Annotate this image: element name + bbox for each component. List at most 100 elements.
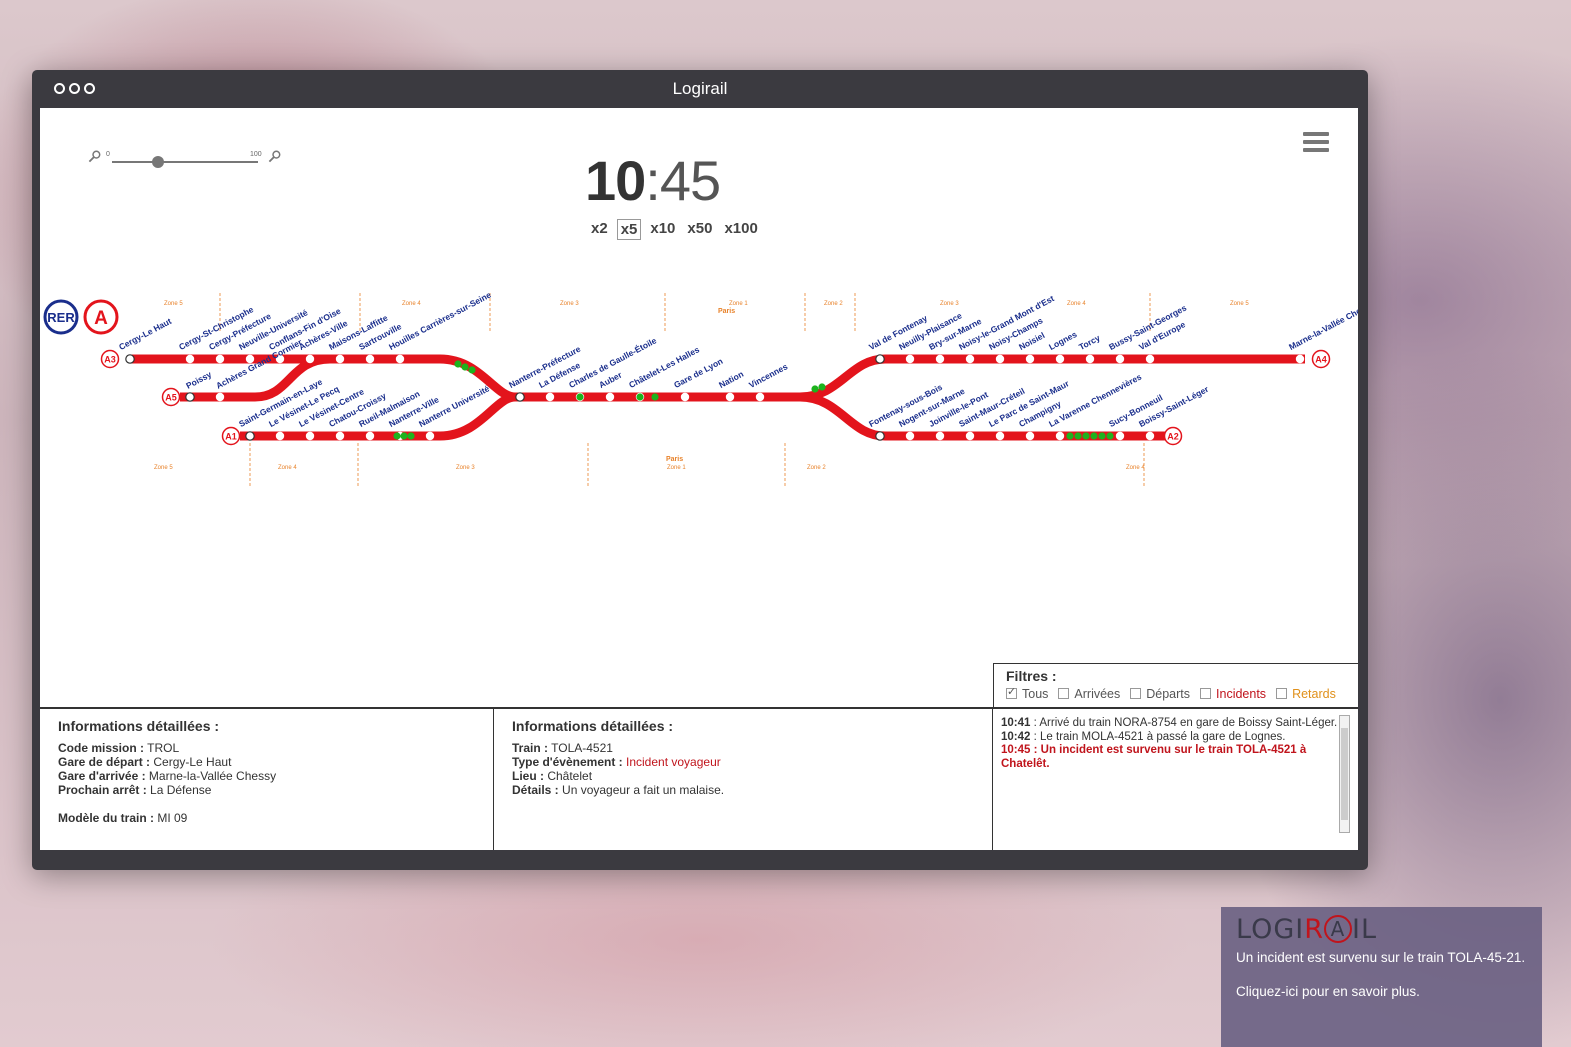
- station-label[interactable]: Vincennes: [747, 361, 789, 390]
- station-dot[interactable]: [395, 354, 405, 364]
- filter-retards[interactable]: Retards: [1276, 687, 1336, 701]
- station-dot[interactable]: [995, 431, 1005, 441]
- train-marker[interactable]: [1082, 432, 1090, 440]
- speed-x10[interactable]: x10: [647, 219, 678, 240]
- station-dot[interactable]: [1145, 431, 1155, 441]
- branch-badge[interactable]: A3: [100, 349, 120, 369]
- station-dot[interactable]: [305, 431, 315, 441]
- zoom-slider[interactable]: 0 100: [88, 148, 288, 168]
- station-dot[interactable]: [335, 354, 345, 364]
- station-dot[interactable]: [1025, 354, 1035, 364]
- speed-x100[interactable]: x100: [721, 219, 760, 240]
- station-dot[interactable]: [365, 431, 375, 441]
- window-controls[interactable]: [54, 83, 95, 94]
- station-dot[interactable]: [185, 354, 195, 364]
- train-marker[interactable]: [1106, 432, 1114, 440]
- station-dot[interactable]: [965, 431, 975, 441]
- zoom-in-icon[interactable]: [268, 150, 281, 163]
- filter-checkbox[interactable]: [1058, 688, 1070, 699]
- window-dot-icon[interactable]: [54, 83, 65, 94]
- filter-arrivées[interactable]: Arrivées: [1058, 687, 1120, 701]
- train-marker[interactable]: [1066, 432, 1074, 440]
- station-dot[interactable]: [725, 392, 735, 402]
- filter-checkbox[interactable]: [1200, 688, 1212, 699]
- train-marker[interactable]: [393, 432, 401, 440]
- train-marker[interactable]: [407, 432, 415, 440]
- zoom-knob[interactable]: [152, 156, 164, 168]
- train-marker[interactable]: [818, 383, 826, 391]
- station-label[interactable]: Poissy: [184, 369, 213, 391]
- train-marker[interactable]: [811, 385, 819, 393]
- rer-a-map[interactable]: Zone 5 Zone 4 Zone 3 Zone 1 Zone 2 Zone 3 Zone…: [40, 293, 1358, 493]
- train-marker[interactable]: [454, 360, 462, 368]
- station-dot[interactable]: [605, 392, 615, 402]
- notification-link[interactable]: Cliquez-ici pour en savoir plus.: [1236, 983, 1527, 1000]
- train-marker[interactable]: [1074, 432, 1082, 440]
- zoom-track[interactable]: [112, 161, 258, 163]
- station-dot[interactable]: [1055, 431, 1065, 441]
- station-dot[interactable]: [185, 392, 195, 402]
- train-marker[interactable]: [636, 393, 644, 401]
- station-dot[interactable]: [545, 392, 555, 402]
- zoom-out-icon[interactable]: [88, 150, 101, 163]
- train-marker[interactable]: [1098, 432, 1106, 440]
- station-dot[interactable]: [125, 354, 135, 364]
- station-dot[interactable]: [215, 392, 225, 402]
- speed-x50[interactable]: x50: [684, 219, 715, 240]
- station-dot[interactable]: [425, 431, 435, 441]
- station-dot[interactable]: [1115, 354, 1125, 364]
- station-dot[interactable]: [965, 354, 975, 364]
- branch-badge[interactable]: A4: [1311, 349, 1331, 369]
- branch-badge[interactable]: A2: [1163, 426, 1183, 446]
- station-dot[interactable]: [1085, 354, 1095, 364]
- station-dot[interactable]: [275, 431, 285, 441]
- filter-checkbox[interactable]: [1006, 685, 1017, 699]
- scrollbar-thumb[interactable]: [1341, 728, 1348, 820]
- window-dot-icon[interactable]: [84, 83, 95, 94]
- station-label[interactable]: Nation: [717, 369, 745, 390]
- station-dot[interactable]: [905, 354, 915, 364]
- station-dot[interactable]: [935, 354, 945, 364]
- station-dot[interactable]: [875, 354, 885, 364]
- train-marker[interactable]: [1090, 432, 1098, 440]
- station-dot[interactable]: [245, 431, 255, 441]
- train-marker[interactable]: [576, 393, 584, 401]
- station-dot[interactable]: [515, 392, 525, 402]
- branch-badge[interactable]: A5: [161, 387, 181, 407]
- station-label[interactable]: Marne-la-Vallée Chessy: [1287, 299, 1358, 352]
- filter-checkbox[interactable]: [1276, 688, 1288, 699]
- station-dot[interactable]: [755, 392, 765, 402]
- train-marker[interactable]: [461, 363, 469, 371]
- filter-départs[interactable]: Départs: [1130, 687, 1190, 701]
- menu-icon[interactable]: [1303, 132, 1329, 152]
- branch-badge[interactable]: A1: [221, 426, 241, 446]
- station-dot[interactable]: [1025, 431, 1035, 441]
- station-dot[interactable]: [935, 431, 945, 441]
- station-dot[interactable]: [1055, 354, 1065, 364]
- filter-checkbox[interactable]: [1130, 688, 1142, 699]
- station-dot[interactable]: [680, 392, 690, 402]
- station-label[interactable]: Cergy-Le Haut: [117, 316, 173, 352]
- filter-tous[interactable]: Tous: [1006, 685, 1048, 701]
- train-marker[interactable]: [400, 432, 408, 440]
- station-dot[interactable]: [875, 431, 885, 441]
- station-dot[interactable]: [995, 354, 1005, 364]
- station-label[interactable]: Lognes: [1047, 329, 1079, 352]
- window-dot-icon[interactable]: [69, 83, 80, 94]
- station-dot[interactable]: [1115, 431, 1125, 441]
- station-dot[interactable]: [365, 354, 375, 364]
- station-dot[interactable]: [905, 431, 915, 441]
- filter-incidents[interactable]: Incidents: [1200, 687, 1266, 701]
- incident-notification[interactable]: LOGIR A IL Un incident est survenu sur le …: [1221, 907, 1542, 1047]
- speed-x5[interactable]: x5: [616, 219, 642, 240]
- log-scrollbar[interactable]: [1339, 715, 1350, 833]
- station-label[interactable]: Torcy: [1077, 333, 1102, 353]
- speed-x2[interactable]: x2: [588, 219, 611, 240]
- station-dot[interactable]: [335, 431, 345, 441]
- station-dot[interactable]: [1145, 354, 1155, 364]
- train-marker[interactable]: [468, 366, 476, 374]
- station-dot[interactable]: [305, 354, 315, 364]
- train-marker[interactable]: [651, 393, 659, 401]
- station-dot[interactable]: [1295, 354, 1305, 364]
- station-dot[interactable]: [215, 354, 225, 364]
